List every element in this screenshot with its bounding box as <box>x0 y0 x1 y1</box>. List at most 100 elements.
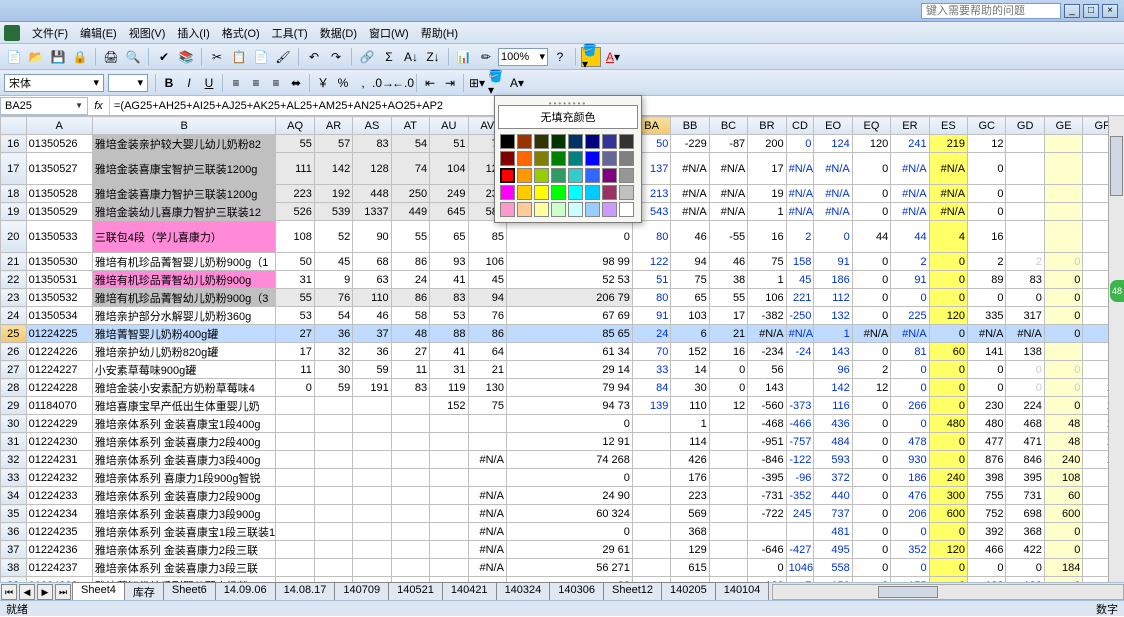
cell[interactable]: 0 <box>929 523 967 541</box>
align-left-icon[interactable]: ≡ <box>226 73 246 93</box>
cell[interactable]: 119 <box>430 379 468 397</box>
cell[interactable]: #N/A <box>968 325 1006 343</box>
cell[interactable]: 32 <box>314 343 352 361</box>
cell[interactable]: 0 <box>852 271 890 289</box>
cell[interactable] <box>1006 221 1044 253</box>
save-icon[interactable]: 💾 <box>48 47 68 67</box>
col-ER[interactable]: ER <box>891 117 929 135</box>
color-swatch[interactable] <box>551 134 566 149</box>
cell[interactable]: 三联包4段（学儿喜康力） <box>92 221 276 253</box>
cell[interactable]: -468 <box>748 415 786 433</box>
cell[interactable]: 64 <box>468 343 506 361</box>
cell[interactable]: 01224228 <box>26 379 92 397</box>
cell[interactable]: 01224234 <box>26 505 92 523</box>
cell[interactable] <box>391 397 429 415</box>
cell[interactable]: 1046 <box>786 559 814 577</box>
cell[interactable]: 36 <box>314 325 352 343</box>
cell[interactable]: 0 <box>1006 289 1044 307</box>
restore-button[interactable]: □ <box>1083 4 1099 18</box>
cell[interactable]: 55 <box>276 289 314 307</box>
cell[interactable]: 01224235 <box>26 523 92 541</box>
color-swatch[interactable] <box>500 185 515 200</box>
table-row[interactable]: 3801224237雅培亲体系列 金装喜康力3段三联#N/A56 2716150… <box>1 559 1122 577</box>
cell[interactable]: 雅培喜康宝早产低出生体重婴儿奶 <box>92 397 276 415</box>
cell[interactable]: 266 <box>891 397 929 415</box>
cell[interactable]: 466 <box>968 541 1006 559</box>
table-row[interactable]: 3501224234雅培亲体系列 金装喜康力3段900g#N/A60 32456… <box>1 505 1122 523</box>
close-button[interactable]: × <box>1102 4 1118 18</box>
paste-icon[interactable]: 📄 <box>251 47 271 67</box>
color-swatch[interactable] <box>585 185 600 200</box>
percent-icon[interactable]: % <box>333 73 353 93</box>
cell[interactable] <box>314 469 352 487</box>
cell[interactable]: 0 <box>1044 541 1082 559</box>
cell[interactable]: 50 <box>276 253 314 271</box>
cell[interactable]: 45 <box>314 253 352 271</box>
cell[interactable]: 75 <box>468 397 506 415</box>
cell[interactable]: 116 <box>814 397 852 415</box>
col-AT[interactable]: AT <box>391 117 429 135</box>
decrease-indent-icon[interactable]: ⇤ <box>420 73 440 93</box>
cell[interactable]: -382 <box>748 307 786 325</box>
cut-icon[interactable]: ✂ <box>207 47 227 67</box>
cell[interactable]: 372 <box>814 469 852 487</box>
cell[interactable]: 104 <box>430 153 468 185</box>
undo-icon[interactable]: ↶ <box>304 47 324 67</box>
row-header[interactable]: 28 <box>1 379 27 397</box>
cell[interactable]: 0 <box>1006 379 1044 397</box>
cell[interactable]: 01350526 <box>26 135 92 153</box>
cell[interactable] <box>1006 203 1044 221</box>
cell[interactable]: 96 <box>814 361 852 379</box>
cell[interactable]: 55 <box>709 289 747 307</box>
row-header[interactable]: 24 <box>1 307 27 325</box>
cell[interactable]: 16 <box>968 221 1006 253</box>
increase-decimal-icon[interactable]: .0→ <box>373 73 393 93</box>
cell[interactable]: 55 <box>391 221 429 253</box>
cell[interactable]: 468 <box>1006 415 1044 433</box>
cell[interactable]: 90 <box>353 221 391 253</box>
col-A[interactable]: A <box>26 117 92 135</box>
cell[interactable]: 12 91 <box>506 433 632 451</box>
color-swatch[interactable] <box>551 168 566 183</box>
cell[interactable]: 雅培菁智婴儿奶粉400g罐 <box>92 325 276 343</box>
open-icon[interactable]: 📂 <box>26 47 46 67</box>
spell-icon[interactable]: ✔ <box>154 47 174 67</box>
cell[interactable]: 224 <box>1006 397 1044 415</box>
cell[interactable]: 876 <box>968 451 1006 469</box>
cell[interactable]: 103 <box>671 307 709 325</box>
cell[interactable]: 6 <box>671 325 709 343</box>
cell[interactable]: 59 <box>353 361 391 379</box>
cell[interactable]: 484 <box>814 433 852 451</box>
color-swatch[interactable] <box>602 151 617 166</box>
cell[interactable]: 86 <box>391 253 429 271</box>
cell[interactable]: 01350530 <box>26 253 92 271</box>
color-swatch[interactable] <box>517 151 532 166</box>
cell[interactable]: 74 268 <box>506 451 632 469</box>
cell[interactable]: #N/A <box>786 153 814 185</box>
cell[interactable]: 476 <box>891 487 929 505</box>
cell[interactable]: 01224231 <box>26 451 92 469</box>
cell[interactable] <box>430 487 468 505</box>
cell[interactable]: 0 <box>1044 307 1082 325</box>
cell[interactable]: 440 <box>814 487 852 505</box>
color-swatch[interactable] <box>500 168 515 183</box>
cell[interactable] <box>748 523 786 541</box>
color-swatch[interactable] <box>602 134 617 149</box>
col-EQ[interactable]: EQ <box>852 117 890 135</box>
permission-icon[interactable]: 🔒 <box>70 47 90 67</box>
cell[interactable]: 0 <box>929 289 967 307</box>
sheet-tab[interactable]: 库存 <box>124 582 164 601</box>
cell[interactable] <box>786 361 814 379</box>
cell[interactable]: 395 <box>1006 469 1044 487</box>
cell[interactable]: 152 <box>430 397 468 415</box>
col-ES[interactable]: ES <box>929 117 967 135</box>
cell[interactable]: -373 <box>786 397 814 415</box>
cell[interactable]: 52 <box>314 221 352 253</box>
cell[interactable]: 01224230 <box>26 433 92 451</box>
cell[interactable] <box>276 433 314 451</box>
row-header[interactable]: 31 <box>1 433 27 451</box>
cell[interactable]: 219 <box>929 135 967 153</box>
cell[interactable]: 21 <box>709 325 747 343</box>
cell[interactable]: 01350529 <box>26 203 92 221</box>
row-header[interactable]: 20 <box>1 221 27 253</box>
